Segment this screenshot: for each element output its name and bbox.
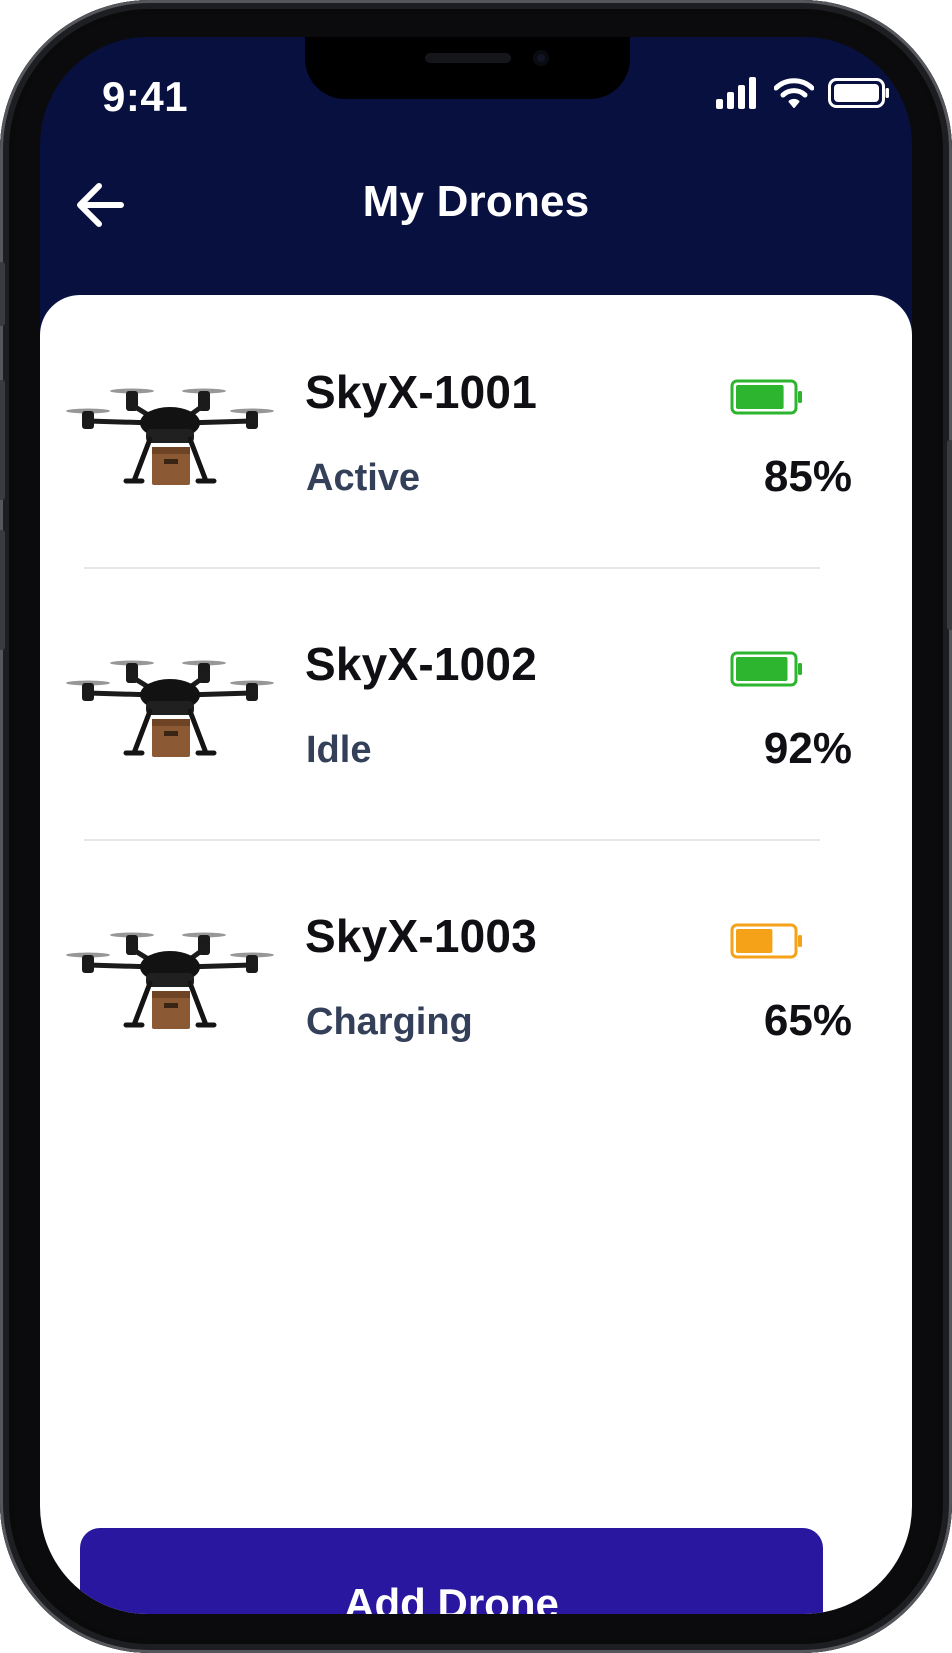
battery-status-icon [828,78,889,108]
battery-icon [730,923,802,959]
drone-graphic [66,388,274,485]
battery-percentage: 65% [763,996,852,1045]
drone-name: SkyX-1003 [305,910,537,962]
screen: 9:41 My Drones SkyX-1001 Active 85% SkyX… [40,37,912,1614]
power-button [947,440,952,630]
wifi-icon [774,78,814,108]
battery-percentage: 92% [763,724,852,773]
drone-status: Active [306,457,421,499]
battery-icon [730,651,802,687]
drone-list-sheet: SkyX-1001 Active 85% SkyX-1002 Idle 92% … [40,295,912,1614]
drone-list-item[interactable]: SkyX-1002 Idle 92% [40,567,912,839]
battery-percentage: 85% [763,452,852,501]
volume-down-button [0,530,5,650]
status-icons [716,77,890,109]
add-drone-button[interactable]: Add Drone [80,1528,823,1614]
notch [305,37,630,99]
drone-status: Charging [306,1001,473,1043]
drone-image [66,388,274,485]
drone-image [66,932,274,1029]
cellular-signal-icon [716,77,756,109]
drone-name: SkyX-1001 [305,366,537,418]
mute-switch [0,262,5,326]
earpiece-speaker [425,53,511,63]
volume-up-button [0,380,5,500]
battery-icon [730,379,802,415]
phone-frame: 9:41 My Drones SkyX-1001 Active 85% SkyX… [0,0,952,1653]
page-title: My Drones [362,177,590,226]
drone-list-item[interactable]: SkyX-1001 Active 85% [40,295,912,567]
front-camera [533,50,549,66]
drone-graphic [66,932,274,1029]
status-time: 9:41 [102,73,189,120]
drone-image [66,660,274,757]
drone-graphic [66,660,274,757]
drone-name: SkyX-1002 [305,638,537,690]
drone-list-item[interactable]: SkyX-1003 Charging 65% [40,839,912,1111]
drone-status: Idle [306,729,372,771]
